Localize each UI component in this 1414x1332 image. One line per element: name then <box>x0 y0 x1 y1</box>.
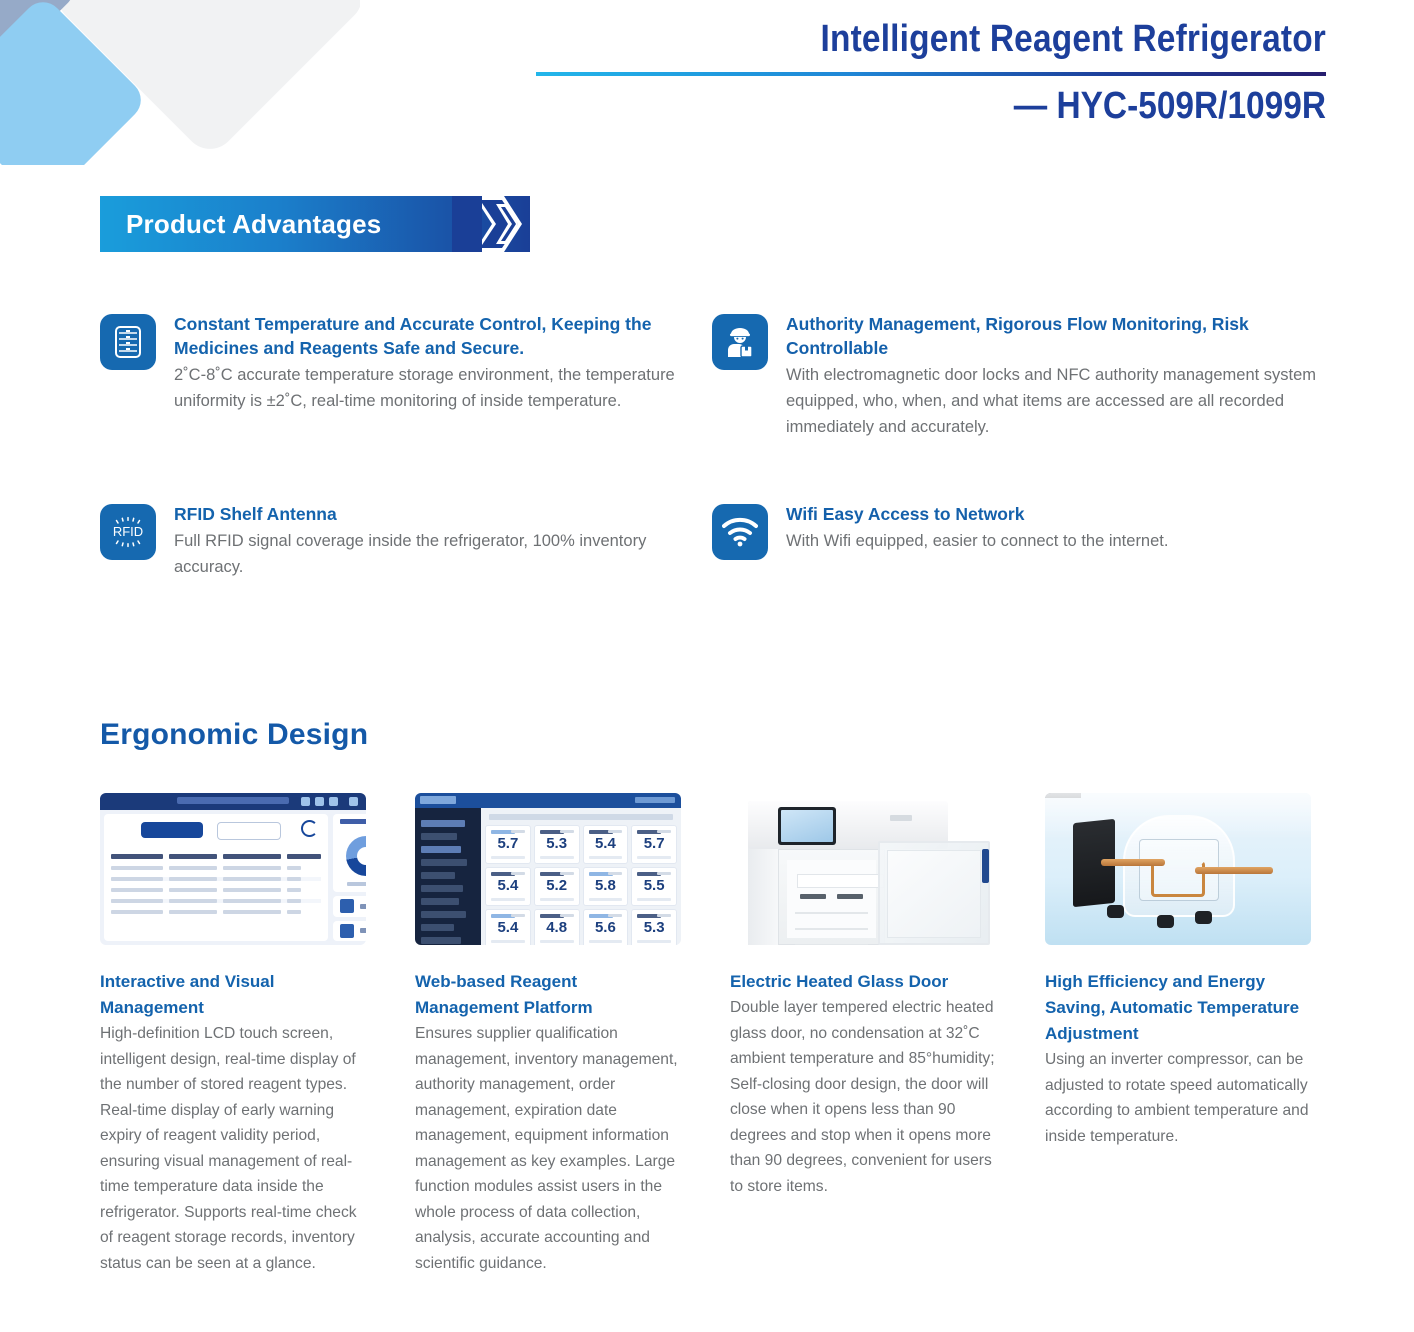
header-divider <box>536 72 1326 76</box>
reading-cell: 5.6 <box>583 910 628 945</box>
tile-records[interactable] <box>333 920 366 941</box>
feature-rfid-shelf-antenna: RFID RFID Shelf Antenna Full RFID signal… <box>100 502 712 580</box>
slate-triangle-shape <box>0 0 83 73</box>
shelf-rack-icon <box>100 314 156 370</box>
model-number: — HYC-509R/1099R <box>1013 85 1326 127</box>
feature-title: Authority Management, Rigorous Flow Moni… <box>786 314 1249 358</box>
ergonomic-cards: Interactive and Visual Management High-d… <box>100 793 1325 1276</box>
reading-cell: 5.2 <box>534 868 579 905</box>
feature-row-2: RFID RFID Shelf Antenna Full RFID signal… <box>100 502 1325 580</box>
rfid-icon: RFID <box>100 504 156 560</box>
glass-door <box>878 841 990 945</box>
feature-description: 2˚C-8˚C accurate temperature storage env… <box>174 366 675 410</box>
lcd-titlebar <box>100 793 366 810</box>
card-title: Interactive and Visual Management <box>100 972 275 1017</box>
card-description: Using an inverter compressor, can be adj… <box>1045 1051 1309 1145</box>
card-title: Electric Heated Glass Door <box>730 972 949 991</box>
feature-title: Constant Temperature and Accurate Contro… <box>174 314 652 358</box>
reading-cell: 5.4 <box>583 826 628 863</box>
tile-inventory[interactable] <box>333 896 366 917</box>
feature-description: Full RFID signal coverage inside the ref… <box>174 532 647 576</box>
reading-cell: 5.4 <box>486 910 530 945</box>
reading-cell: 5.5 <box>632 868 676 905</box>
section-title-ergonomic-design: Ergonomic Design <box>100 718 369 751</box>
inverter-compressor-image <box>1045 793 1311 945</box>
feature-row-1: Constant Temperature and Accurate Contro… <box>100 312 1325 440</box>
dashboard-sidebar <box>415 808 481 945</box>
card-title: Web-based Reagent Management Platform <box>415 972 593 1017</box>
banner-label: Product Advantages <box>126 208 382 239</box>
reading-cell: 5.7 <box>632 826 676 863</box>
temperature-card-grid: 5.7 5.3 5.4 5.7 5.4 5.2 5.8 5.5 5.4 4.8 … <box>486 826 676 945</box>
decorative-corner-graphic <box>0 0 360 165</box>
card-web-platform: 5.7 5.3 5.4 5.7 5.4 5.2 5.8 5.5 5.4 4.8 … <box>415 793 681 1276</box>
feature-constant-temperature: Constant Temperature and Accurate Contro… <box>100 312 712 440</box>
card-electric-heated-glass-door: Electric Heated Glass Door Double layer … <box>730 793 996 1276</box>
feature-wifi-access: Wifi Easy Access to Network With Wifi eq… <box>712 502 1324 580</box>
card-description: Double layer tempered electric heated gl… <box>730 999 995 1195</box>
card-high-efficiency-compressor: High Efficiency and Energy Saving, Autom… <box>1045 793 1311 1276</box>
feature-title: Wifi Easy Access to Network <box>786 504 1025 524</box>
refrigerator-glass-door-image <box>730 793 996 945</box>
svg-text:RFID: RFID <box>113 524 143 539</box>
reading-cell: 5.4 <box>486 868 530 905</box>
chevron-right-icon <box>452 190 534 258</box>
reading-cell: 5.3 <box>534 826 579 863</box>
fridge-lcd-panel <box>778 807 836 845</box>
page-header: Intelligent Reagent Refrigerator — HYC-5… <box>536 16 1326 130</box>
lcd-touchscreen-ui-image <box>100 793 366 945</box>
donut-chart <box>333 814 366 892</box>
feature-title: RFID Shelf Antenna <box>174 504 337 524</box>
reading-cell: 5.7 <box>486 826 530 863</box>
feature-description: With electromagnetic door locks and NFC … <box>786 366 1317 436</box>
feature-authority-management: Authority Management, Rigorous Flow Moni… <box>712 312 1324 440</box>
gray-triangle-shape <box>47 0 360 160</box>
card-interactive-visual-management: Interactive and Visual Management High-d… <box>100 793 366 1276</box>
card-description: Ensures supplier qualification managemen… <box>415 1025 678 1272</box>
authority-person-badge-icon <box>712 314 768 370</box>
page-title: Intelligent Reagent Refrigerator <box>820 18 1326 60</box>
card-description: High-definition LCD touch screen, intell… <box>100 1025 357 1272</box>
feature-description: With Wifi equipped, easier to connect to… <box>786 532 1169 550</box>
product-advantages-grid: Constant Temperature and Accurate Contro… <box>100 312 1325 580</box>
reading-cell: 4.8 <box>534 910 579 945</box>
sky-triangle-shape <box>0 0 150 165</box>
reading-cell: 5.8 <box>583 868 628 905</box>
card-title: High Efficiency and Energy Saving, Autom… <box>1045 972 1300 1043</box>
reading-cell: 5.3 <box>632 910 676 945</box>
wifi-icon <box>712 504 768 560</box>
web-platform-dashboard-image: 5.7 5.3 5.4 5.7 5.4 5.2 5.8 5.5 5.4 4.8 … <box>415 793 681 945</box>
